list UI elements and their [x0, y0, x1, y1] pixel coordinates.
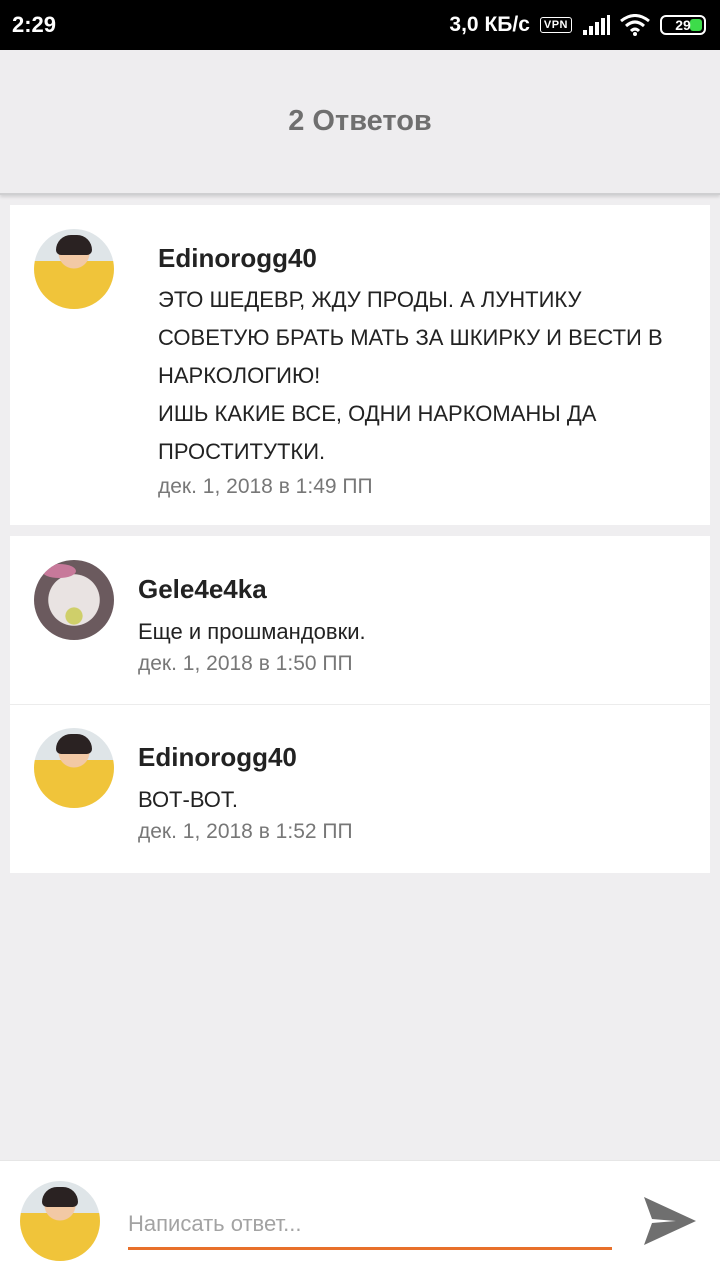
status-icons: 3,0 КБ/с VPN 29	[449, 13, 706, 37]
signal-icon	[583, 15, 610, 35]
comment-text: ЭТО ШЕДЕВР, ЖДУ ПРОДЫ. А ЛУНТИКУ СОВЕТУЮ…	[158, 287, 663, 464]
reply-text: Еще и прошмандовки.	[138, 619, 366, 644]
reply-date: дек. 1, 2018 в 1:50 ПП	[138, 652, 353, 675]
replies-card: Gele4e4ka Еще и прошмандовки. дек. 1, 20…	[10, 536, 710, 873]
page-title: 2 Ответов	[288, 105, 432, 137]
app-header: 2 Ответов	[0, 50, 720, 195]
reply-author[interactable]: Edinorogg40	[138, 742, 297, 773]
avatar[interactable]	[34, 728, 114, 808]
vpn-icon: VPN	[539, 17, 572, 33]
reply-composer	[0, 1160, 720, 1281]
reply-item: Gele4e4ka Еще и прошмандовки. дек. 1, 20…	[10, 536, 710, 704]
send-button[interactable]	[640, 1191, 700, 1251]
parent-comment-card: Edinorogg40 ЭТО ШЕДЕВР, ЖДУ ПРОДЫ. А ЛУН…	[10, 205, 710, 525]
send-icon	[644, 1197, 696, 1245]
battery-icon: 29	[660, 15, 706, 35]
battery-level: 29	[675, 17, 691, 33]
comment-date: дек. 1, 2018 в 1:49 ПП	[158, 475, 373, 498]
comment-author[interactable]: Edinorogg40	[158, 243, 317, 274]
current-user-avatar	[20, 1181, 100, 1261]
avatar[interactable]	[34, 229, 114, 309]
wifi-icon	[620, 14, 650, 36]
network-speed: 3,0 КБ/с	[449, 13, 530, 36]
reply-author[interactable]: Gele4e4ka	[138, 574, 267, 605]
battery-fill	[690, 19, 702, 31]
avatar[interactable]	[34, 560, 114, 640]
status-bar: 2:29 3,0 КБ/с VPN 29	[0, 0, 720, 50]
reply-item: Edinorogg40 ВОТ-ВОТ. дек. 1, 2018 в 1:52…	[10, 705, 710, 873]
reply-text: ВОТ-ВОТ.	[138, 787, 238, 812]
status-time: 2:29	[12, 12, 57, 37]
reply-date: дек. 1, 2018 в 1:52 ПП	[138, 820, 353, 843]
reply-input[interactable]	[128, 1201, 612, 1250]
